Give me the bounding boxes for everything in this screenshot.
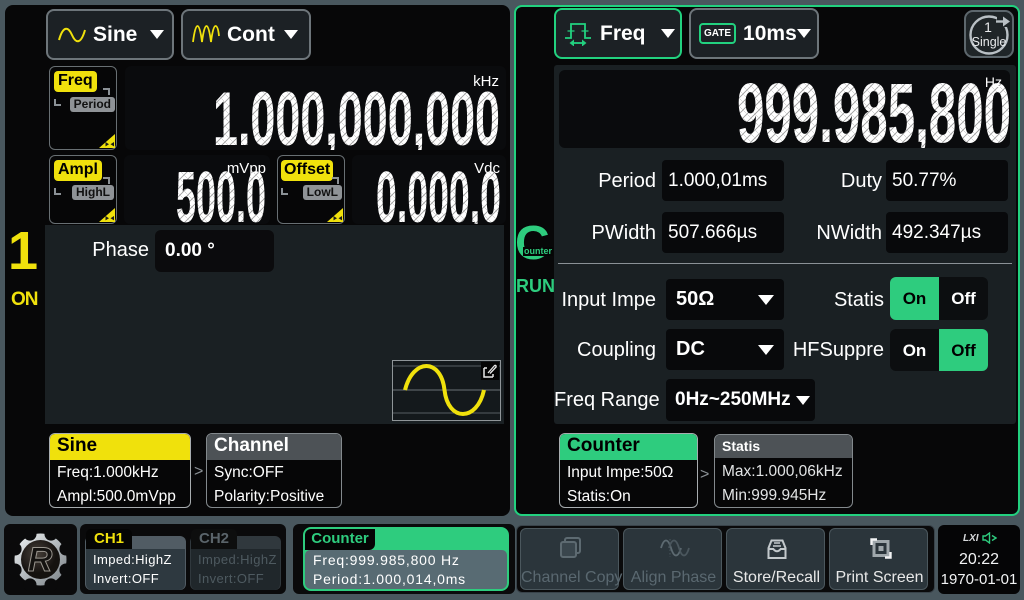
svg-text:1: 1 xyxy=(984,19,992,35)
svg-text:R: R xyxy=(28,541,53,579)
svg-text:1.000,000,000: 1.000,000,000 xyxy=(213,77,500,150)
svg-text:999.985,800: 999.985,800 xyxy=(737,70,1010,148)
svg-text:Single: Single xyxy=(972,35,1007,49)
